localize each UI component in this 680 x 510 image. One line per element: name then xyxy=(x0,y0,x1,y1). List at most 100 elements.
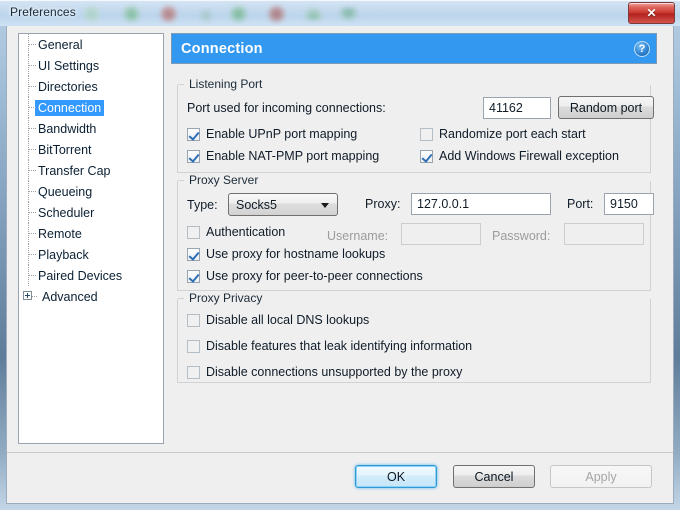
tree-connector xyxy=(28,149,36,150)
ok-button[interactable]: OK xyxy=(355,465,437,488)
sidebar-item-bittorrent[interactable]: BitTorrent xyxy=(19,139,163,160)
group-title: Proxy Server xyxy=(185,173,263,187)
tree-connector xyxy=(28,128,36,129)
tree-connector xyxy=(32,296,37,297)
sidebar-item-paired-devices[interactable]: Paired Devices xyxy=(19,265,163,286)
proxy-port-input[interactable] xyxy=(604,193,654,215)
ghost-toolbar-icon xyxy=(123,6,140,22)
sidebar-item-transfer-cap[interactable]: Transfer Cap xyxy=(19,160,163,181)
sidebar-item-advanced[interactable]: Advanced xyxy=(19,286,163,307)
sidebar-item-label: Remote xyxy=(38,226,82,241)
disable-dns-checkbox-row[interactable]: Disable all local DNS lookups xyxy=(187,313,369,327)
close-icon: ✕ xyxy=(646,6,657,20)
checkbox-icon[interactable] xyxy=(187,247,200,261)
disable-leak-features-checkbox-row[interactable]: Disable features that leak identifying i… xyxy=(187,339,472,353)
proxy-type-dropdown[interactable]: Socks5 xyxy=(228,193,338,216)
title-bar: Preferences ✕ xyxy=(0,0,680,26)
listening-port-input[interactable] xyxy=(483,97,551,119)
sidebar-item-label: Playback xyxy=(38,247,89,262)
sidebar-item-label: Queueing xyxy=(38,184,93,199)
sidebar-item-label: BitTorrent xyxy=(38,142,92,157)
sidebar-item-scheduler[interactable]: Scheduler xyxy=(19,202,163,223)
password-input[interactable] xyxy=(564,223,644,245)
preferences-window: Preferences ✕ General UI Settings Direct… xyxy=(0,0,680,510)
checkbox-icon[interactable] xyxy=(420,127,433,141)
firewall-exception-label: Add Windows Firewall exception xyxy=(439,149,619,163)
sidebar-item-label: General xyxy=(38,37,83,52)
enable-natpmp-label: Enable NAT-PMP port mapping xyxy=(206,149,380,163)
expand-plus-icon[interactable] xyxy=(23,291,32,300)
checkbox-icon[interactable] xyxy=(187,149,200,163)
enable-upnp-checkbox-row[interactable]: Enable UPnP port mapping xyxy=(187,127,357,141)
tree-connector xyxy=(28,212,36,213)
tree-connector xyxy=(28,65,36,66)
proxy-p2p-label: Use proxy for peer-to-peer connections xyxy=(206,269,423,283)
page-title: Connection xyxy=(181,40,263,57)
random-port-button[interactable]: Random port xyxy=(558,96,654,119)
sidebar-item-general[interactable]: General xyxy=(19,34,163,55)
password-label: Password: xyxy=(492,229,551,243)
username-input[interactable] xyxy=(401,223,481,245)
firewall-exception-checkbox-row[interactable]: Add Windows Firewall exception xyxy=(420,149,619,163)
ghost-toolbar-icon xyxy=(83,6,100,22)
tree-connector xyxy=(28,233,36,234)
proxy-type-value: Socks5 xyxy=(236,197,277,212)
checkbox-icon[interactable] xyxy=(420,149,433,163)
randomize-port-checkbox-row[interactable]: Randomize port each start xyxy=(420,127,586,141)
sidebar-item-label: Directories xyxy=(38,79,98,94)
authentication-label: Authentication xyxy=(206,225,286,239)
sidebar-item-queueing[interactable]: Queueing xyxy=(19,181,163,202)
ghost-toolbar-icon xyxy=(230,6,247,22)
username-label: Username: xyxy=(327,229,389,243)
sidebar-item-label: UI Settings xyxy=(38,58,100,73)
proxy-p2p-checkbox-row[interactable]: Use proxy for peer-to-peer connections xyxy=(187,269,423,283)
proxy-hostname-lookups-checkbox-row[interactable]: Use proxy for hostname lookups xyxy=(187,247,385,261)
cancel-button[interactable]: Cancel xyxy=(453,465,535,488)
sidebar-item-playback[interactable]: Playback xyxy=(19,244,163,265)
sidebar-item-label: Bandwidth xyxy=(38,121,97,136)
disable-leak-features-label: Disable features that leak identifying i… xyxy=(206,339,473,353)
sidebar-item-remote[interactable]: Remote xyxy=(19,223,163,244)
proxy-type-label: Type: xyxy=(187,198,218,212)
checkbox-icon[interactable] xyxy=(187,225,200,239)
window-title: Preferences xyxy=(10,5,76,19)
checkbox-icon[interactable] xyxy=(187,313,200,327)
sidebar-item-label: Scheduler xyxy=(38,205,95,220)
enable-upnp-label: Enable UPnP port mapping xyxy=(206,127,358,141)
tree-connector xyxy=(28,275,36,276)
authentication-checkbox-row[interactable]: Authentication xyxy=(187,225,285,239)
apply-button: Apply xyxy=(550,465,652,488)
sidebar-item-bandwidth[interactable]: Bandwidth xyxy=(19,118,163,139)
checkbox-icon[interactable] xyxy=(187,365,200,379)
sidebar-item-connection[interactable]: Connection xyxy=(19,97,163,118)
dialog-client-area: General UI Settings Directories Connecti… xyxy=(6,26,674,504)
disable-unsupported-checkbox-row[interactable]: Disable connections unsupported by the p… xyxy=(187,365,462,379)
sidebar-item-directories[interactable]: Directories xyxy=(19,76,163,97)
disable-unsupported-label: Disable connections unsupported by the p… xyxy=(206,365,463,379)
proxy-host-label: Proxy: xyxy=(365,197,401,211)
settings-panel: Connection ? Listening Port Port used fo… xyxy=(171,33,657,444)
sidebar-item-label: Transfer Cap xyxy=(38,163,111,178)
ghost-toolbar-icon xyxy=(200,6,212,22)
tree-connector xyxy=(28,107,36,108)
close-button[interactable]: ✕ xyxy=(628,2,675,24)
proxy-privacy-group: Proxy Privacy Disable all local DNS look… xyxy=(177,291,651,383)
help-icon[interactable]: ? xyxy=(634,41,650,57)
listening-port-group: Listening Port Port used for incoming co… xyxy=(177,77,654,173)
group-title: Proxy Privacy xyxy=(185,291,267,305)
checkbox-icon[interactable] xyxy=(187,127,200,141)
randomize-port-label: Randomize port each start xyxy=(439,127,586,141)
chevron-down-icon xyxy=(321,203,329,208)
tree-connector xyxy=(28,191,36,192)
ghost-toolbar-icon xyxy=(305,8,322,20)
enable-natpmp-checkbox-row[interactable]: Enable NAT-PMP port mapping xyxy=(187,149,379,163)
proxy-host-input[interactable] xyxy=(411,193,551,215)
sidebar-item-ui-settings[interactable]: UI Settings xyxy=(19,55,163,76)
tree-connector xyxy=(28,170,36,171)
disable-dns-label: Disable all local DNS lookups xyxy=(206,313,370,327)
proxy-server-group: Proxy Server Type: Socks5 Proxy: Port: xyxy=(177,173,654,291)
checkbox-icon[interactable] xyxy=(187,269,200,283)
checkbox-icon[interactable] xyxy=(187,339,200,353)
tree-connector xyxy=(28,44,36,45)
settings-tree[interactable]: General UI Settings Directories Connecti… xyxy=(18,33,164,444)
